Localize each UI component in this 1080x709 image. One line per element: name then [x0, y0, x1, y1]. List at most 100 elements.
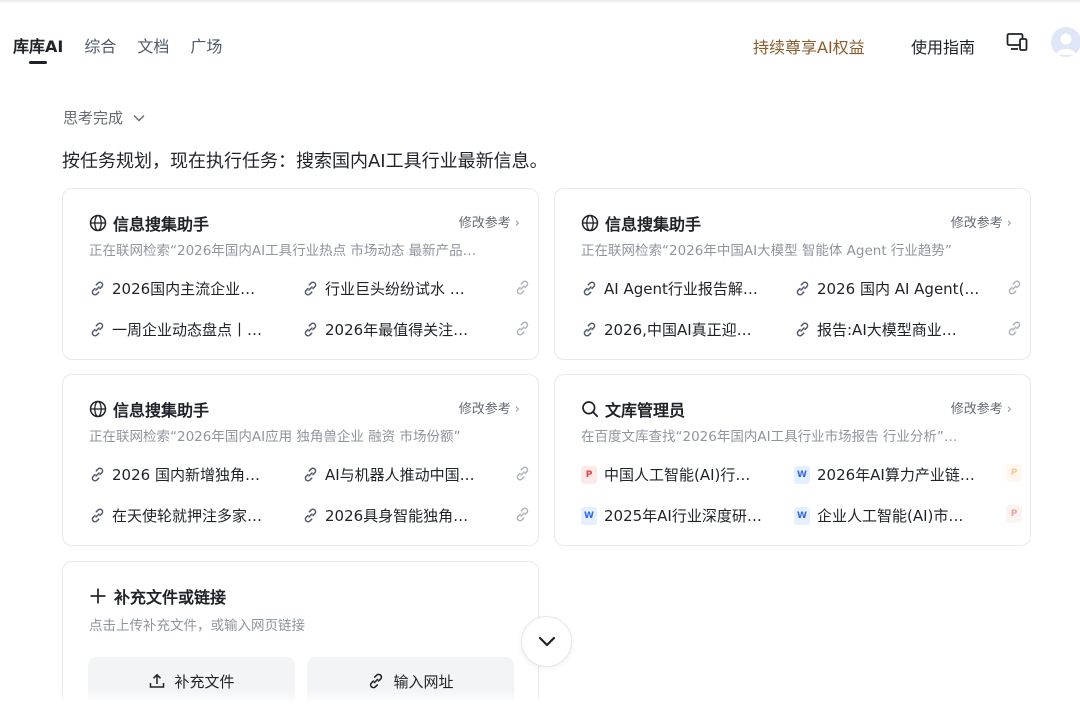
link-icon — [91, 322, 104, 337]
card-subtitle: 正在联网检索“2026年国内AI工具行业热点 市场动态 最新产品… — [89, 243, 477, 259]
link-icon — [304, 467, 317, 482]
card-title: 信息搜集助手 — [605, 215, 702, 234]
link-icon — [583, 281, 596, 296]
ppt-file-icon[interactable]: P — [1006, 464, 1022, 482]
document-link[interactable]: W 2025年AI行业深度研… — [581, 505, 762, 526]
link-icon[interactable] — [1006, 320, 1023, 337]
edit-reference-button[interactable]: 修改参考 › — [459, 212, 520, 231]
word-file-icon: W — [794, 465, 810, 484]
globe-icon — [89, 214, 107, 232]
scroll-down-button[interactable] — [521, 616, 572, 667]
reference-link[interactable]: 一周企业动态盘点丨… — [89, 319, 262, 340]
reference-title: 2026年最值得关注… — [325, 321, 469, 339]
card-title: 信息搜集助手 — [113, 401, 210, 420]
link-icon — [304, 508, 317, 523]
reference-title: AI与机器人推动中国… — [325, 466, 475, 484]
nav-tab-general[interactable]: 综合 — [84, 33, 116, 57]
nav-tab-plaza[interactable]: 广场 — [190, 33, 222, 57]
link-icon[interactable] — [514, 279, 531, 296]
supplement-title: 补充文件或链接 — [114, 588, 227, 607]
document-title: 中国人工智能(AI)行… — [604, 466, 751, 484]
link-icon — [370, 673, 383, 689]
reference-link[interactable]: 行业巨头纷纷试水 … — [302, 278, 465, 299]
reference-title: 2026 国内新增独角… — [112, 466, 260, 484]
link-icon — [304, 281, 317, 296]
enter-url-label: 输入网址 — [393, 672, 454, 691]
document-link[interactable]: P 中国人工智能(AI)行… — [581, 464, 750, 485]
reference-title: AI Agent行业报告解… — [604, 280, 758, 298]
link-icon — [91, 281, 104, 296]
reference-title: 2026具身智能独角… — [325, 507, 469, 525]
pdf-file-icon: P — [581, 465, 597, 484]
search-icon — [582, 401, 599, 418]
thinking-label: 思考完成 — [63, 109, 124, 127]
edit-reference-label: 修改参考 — [950, 216, 1003, 231]
link-icon[interactable] — [1006, 279, 1023, 296]
reference-title: 报告:AI大模型商业… — [817, 321, 957, 339]
top-divider — [0, 0, 1080, 4]
thinking-toggle[interactable]: 思考完成 — [63, 107, 145, 128]
card-subtitle: 正在联网检索“2026年国内AI应用 独角兽企业 融资 市场份额” — [89, 429, 461, 445]
link-icon — [796, 281, 809, 296]
reference-link[interactable]: 2026 国内 AI Agent(… — [794, 278, 979, 299]
reference-link[interactable]: 2026具身智能独角… — [302, 505, 468, 526]
reference-link[interactable]: AI Agent行业报告解… — [581, 278, 758, 299]
link-icon — [796, 322, 809, 337]
search-card-2: 信息搜集助手 修改参考 › 正在联网检索“2026年中国AI大模型 智能体 Age… — [554, 188, 1031, 360]
edit-reference-button[interactable]: 修改参考 › — [951, 212, 1012, 231]
reference-title: 2026,中国AI真正迎… — [604, 321, 752, 339]
card-subtitle: 正在联网检索“2026年中国AI大模型 智能体 Agent 行业趋势” — [581, 243, 952, 259]
reference-link[interactable]: 2026 国内新增独角… — [89, 464, 260, 485]
card-subtitle: 在百度文库查找“2026年国内AI工具行业市场报告 行业分析”… — [581, 429, 958, 445]
plus-icon — [90, 588, 106, 604]
reference-link[interactable]: 2026国内主流企业… — [89, 278, 255, 299]
globe-icon — [581, 214, 599, 232]
reference-title: 一周企业动态盘点丨… — [112, 321, 263, 339]
document-title: 2025年AI行业深度研… — [604, 507, 762, 525]
reference-link[interactable]: AI与机器人推动中国… — [302, 464, 475, 485]
top-header: 库库AI 综合 文档 广场 持续尊享AI权益 使用指南 — [0, 22, 1080, 66]
chevron-right-icon: › — [514, 216, 520, 231]
nav-tab-docs[interactable]: 文档 — [137, 33, 169, 57]
document-link[interactable]: W 2026年AI算力产业链… — [794, 464, 975, 485]
supplement-card: 补充文件或链接 点击上传补充文件，或输入网页链接 补充文件 输入网址 — [62, 561, 539, 709]
edit-reference-button[interactable]: 修改参考 › — [951, 398, 1012, 417]
reference-title: 行业巨头纷纷试水 … — [325, 280, 465, 298]
card-title: 信息搜集助手 — [113, 215, 210, 234]
link-icon — [91, 467, 104, 482]
bottom-fade — [0, 690, 1080, 709]
avatar-person-icon — [1056, 33, 1076, 55]
document-link[interactable]: W 企业人工智能(AI)市… — [794, 505, 963, 526]
chevron-down-icon — [538, 636, 555, 647]
reference-title: 在天使轮就押注多家… — [112, 507, 263, 525]
edit-reference-label: 修改参考 — [458, 402, 511, 417]
document-title: 企业人工智能(AI)市… — [817, 507, 964, 525]
avatar[interactable] — [1051, 27, 1080, 57]
link-icon[interactable] — [514, 506, 531, 523]
upload-icon — [150, 673, 165, 688]
library-card: 文库管理员 修改参考 › 在百度文库查找“2026年国内AI工具行业市场报告 行业… — [554, 374, 1031, 546]
chevron-right-icon: › — [514, 402, 520, 417]
link-icon[interactable] — [514, 320, 531, 337]
link-icon[interactable] — [514, 465, 531, 482]
upload-file-label: 补充文件 — [174, 672, 235, 691]
supplement-subtitle: 点击上传补充文件，或输入网页链接 — [89, 618, 305, 634]
reference-title: 2026国内主流企业… — [112, 280, 256, 298]
device-icon[interactable] — [1006, 32, 1028, 52]
link-icon — [583, 322, 596, 337]
reference-link[interactable]: 在天使轮就押注多家… — [89, 505, 262, 526]
word-file-icon: W — [794, 506, 810, 525]
nav-tab-kuku-ai[interactable]: 库库AI — [13, 33, 63, 64]
reference-title: 2026 国内 AI Agent(… — [817, 280, 980, 298]
reference-link[interactable]: 2026,中国AI真正迎… — [581, 319, 752, 340]
reference-link[interactable]: 报告:AI大模型商业… — [794, 319, 957, 340]
pdf-file-icon[interactable]: P — [1006, 505, 1022, 523]
card-title: 文库管理员 — [605, 401, 686, 420]
edit-reference-button[interactable]: 修改参考 › — [459, 398, 520, 417]
reference-link[interactable]: 2026年最值得关注… — [302, 319, 468, 340]
promo-link[interactable]: 持续尊享AI权益 — [753, 34, 865, 58]
search-card-3: 信息搜集助手 修改参考 › 正在联网检索“2026年国内AI应用 独角兽企业 融资… — [62, 374, 539, 546]
guide-link[interactable]: 使用指南 — [911, 34, 975, 58]
chevron-down-icon — [133, 114, 145, 121]
link-icon — [304, 322, 317, 337]
